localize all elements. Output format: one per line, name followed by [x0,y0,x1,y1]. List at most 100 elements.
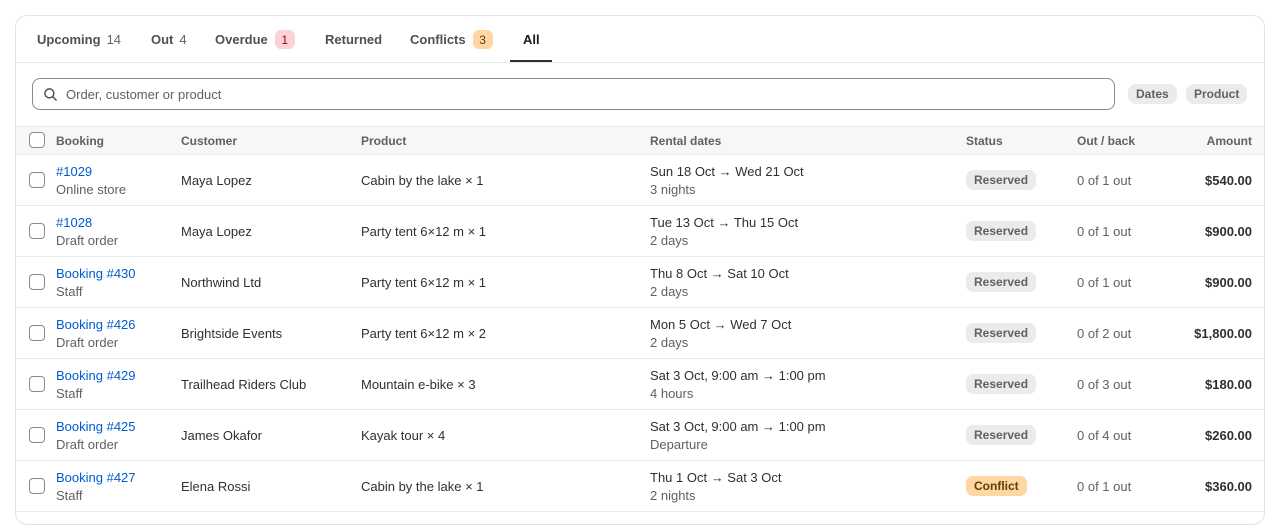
customer-cell: Maya Lopez [181,155,252,205]
booking-source: Online store [56,181,127,197]
booking-source: Draft order [56,436,119,452]
booking-link[interactable]: #1029 [56,164,126,179]
table-row[interactable]: Booking #430 Staff Northwind Ltd Party t… [16,257,1264,308]
amount-cell: $540.00 [1116,155,1252,205]
customer-name: Brightside Events [181,325,283,341]
booking-link[interactable]: Booking #429 [56,368,136,383]
status-badge: Reserved [966,425,1037,445]
table-row[interactable]: #1029 Online store Maya Lopez Cabin by t… [16,155,1264,206]
row-checkbox[interactable] [29,427,45,443]
filter-product-button[interactable]: Product [1186,84,1248,104]
customer-cell: James Okafor [181,410,262,460]
column-booking[interactable]: Booking [56,127,104,154]
customer-name: Elena Rossi [181,478,251,494]
table-row[interactable]: Booking #425 Draft order James Okafor Ka… [16,410,1264,461]
booking-link[interactable]: Booking #430 [56,266,136,281]
column-customer[interactable]: Customer [181,127,237,154]
product-name: Mountain e-bike × 3 [361,376,476,392]
product-name: Kayak tour × 4 [361,427,446,443]
amount-cell: $900.00 [1116,257,1252,307]
product-cell: Cabin by the lake × 1 [361,155,484,205]
tab-count: 4 [179,32,187,47]
rental-dates: Sat 3 Oct, 9:00 am → 1:00 pm [650,367,826,383]
customer-name: Northwind Ltd [181,274,262,290]
product-cell: Party tent 6×12 m × 1 [361,257,486,307]
row-checkbox[interactable] [29,478,45,494]
column-amount[interactable]: Amount [1116,127,1252,154]
amount-cell: $1,800.00 [1116,308,1252,358]
status-badge: Reserved [966,272,1037,292]
column-status[interactable]: Status [966,127,1003,154]
table-row[interactable]: #1028 Draft order Maya Lopez Party tent … [16,206,1264,257]
status-cell: Reserved [966,410,1037,460]
rental-dates-cell: Sat 3 Oct, 9:00 am → 1:00 pm 4 hours [650,359,826,409]
tab-label: Returned [325,32,383,47]
booking-link[interactable]: #1028 [56,215,118,230]
table-header: Booking Customer Product Rental dates St… [16,126,1264,155]
booking-source: Staff [56,283,83,299]
tab-label: Upcoming [37,32,101,47]
booking-link[interactable]: Booking #426 [56,317,136,332]
booking-link[interactable]: Booking #427 [56,470,136,485]
row-checkbox[interactable] [29,325,45,341]
status-badge: Reserved [966,221,1037,241]
select-all-checkbox[interactable] [29,132,45,148]
row-checkbox[interactable] [29,223,45,239]
search-field[interactable]: Order, customer or product [32,78,1115,110]
rental-duration: Departure [650,436,708,452]
booking-cell: Booking #429 Staff [56,359,136,409]
filter-dates-button[interactable]: Dates [1128,84,1177,104]
table-row[interactable]: Booking #426 Draft order Brightside Even… [16,308,1264,359]
row-checkbox[interactable] [29,172,45,188]
status-cell: Reserved [966,257,1037,307]
row-checkbox[interactable] [29,376,45,392]
rental-dates-cell: Tue 13 Oct → Thu 15 Oct 2 days [650,206,798,256]
amount-value: $1,800.00 [1194,325,1252,341]
amount-value: $260.00 [1205,427,1252,443]
product-cell: Party tent 6×12 m × 1 [361,206,486,256]
customer-name: Maya Lopez [181,172,252,188]
tab-returned[interactable]: Returned [325,16,382,63]
customer-name: Maya Lopez [181,223,252,239]
booking-source: Staff [56,487,83,503]
booking-source: Draft order [56,334,119,350]
tab-all[interactable]: All [523,16,540,63]
status-cell: Conflict [966,461,1027,511]
status-badge: Conflict [966,476,1027,496]
rental-duration: 3 nights [650,181,696,197]
product-cell: Mountain e-bike × 3 [361,359,476,409]
rental-dates: Sat 3 Oct, 9:00 am → 1:00 pm [650,418,826,434]
rental-dates: Tue 13 Oct → Thu 15 Oct [650,214,799,230]
booking-cell: Booking #430 Staff [56,257,136,307]
customer-cell: Brightside Events [181,308,282,358]
rental-dates: Sun 18 Oct → Wed 21 Oct [650,163,804,179]
row-checkbox[interactable] [29,274,45,290]
status-badge: Reserved [966,323,1037,343]
rental-duration: 2 days [650,334,689,350]
rental-dates-cell: Sat 3 Oct, 9:00 am → 1:00 pm Departure [650,410,826,460]
search-icon [44,87,57,101]
rental-duration: 2 days [650,283,689,299]
rental-dates: Mon 5 Oct → Wed 7 Oct [650,316,792,332]
booking-cell: Booking #427 Staff [56,461,136,511]
amount-cell: $260.00 [1116,410,1252,460]
amount-cell: $180.00 [1116,359,1252,409]
tab-upcoming[interactable]: Upcoming 14 [37,16,121,63]
product-cell: Party tent 6×12 m × 2 [361,308,486,358]
tab-conflicts[interactable]: Conflicts 3 [410,16,493,63]
customer-name: James Okafor [181,427,262,443]
tab-overdue[interactable]: Overdue 1 [215,16,295,63]
tab-out[interactable]: Out 4 [151,16,187,63]
column-rental-dates[interactable]: Rental dates [650,127,721,154]
product-name: Cabin by the lake × 1 [361,172,484,188]
table-row[interactable]: Booking #427 Staff Elena Rossi Cabin by … [16,461,1264,512]
customer-cell: Maya Lopez [181,206,252,256]
table-row[interactable]: Booking #429 Staff Trailhead Riders Club… [16,359,1264,410]
status-cell: Reserved [966,308,1037,358]
column-product[interactable]: Product [361,127,406,154]
tab-count: 14 [106,32,122,47]
tab-label: Conflicts [410,32,466,47]
rental-dates-cell: Thu 1 Oct → Sat 3 Oct 2 nights [650,461,782,511]
booking-link[interactable]: Booking #425 [56,419,136,434]
customer-name: Trailhead Riders Club [181,376,307,392]
